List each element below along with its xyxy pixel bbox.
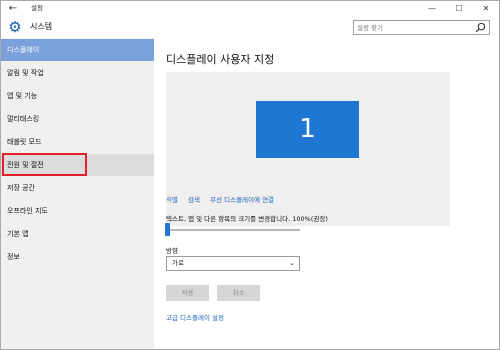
- highlight-annotation: [2, 153, 87, 176]
- main-content: 디스플레이 사용자 지정 1 식별 검색 무선 디스플레이에 연결 텍스트, 앱…: [154, 38, 499, 349]
- main-title: 디스플레이 사용자 지정: [166, 53, 275, 66]
- scale-slider-thumb[interactable]: [165, 223, 170, 236]
- sidebar-item-about[interactable]: 정보: [1, 246, 154, 268]
- monitor-tile[interactable]: 1: [256, 101, 359, 158]
- sidebar-item-offline-maps[interactable]: 오프라인 지도: [1, 200, 154, 222]
- sidebar-item-apps[interactable]: 앱 및 기능: [1, 85, 154, 107]
- close-button[interactable]: ✕: [475, 1, 497, 16]
- maximize-button[interactable]: ☐: [448, 1, 470, 16]
- title-bar: ← 설정 — ☐ ✕: [1, 1, 499, 16]
- search-input[interactable]: [357, 21, 467, 34]
- orientation-value: 가로: [172, 259, 184, 267]
- chevron-down-icon: ⌄: [289, 259, 295, 267]
- scale-label: 텍스트, 앱 및 다른 항목의 크기를 변경합니다. 100%(권장): [166, 215, 328, 223]
- apply-button[interactable]: 적용: [166, 285, 209, 301]
- orientation-label: 방향: [166, 247, 178, 255]
- display-links: 식별 검색 무선 디스플레이에 연결: [166, 194, 282, 204]
- sidebar: 디스플레이 알림 및 작업 앱 및 기능 멀티태스킹 태블릿 모드 전원 및 절…: [1, 38, 154, 349]
- sidebar-item-default-apps[interactable]: 기본 앱: [1, 223, 154, 245]
- app-title: 설정: [31, 4, 43, 12]
- settings-window: ← 설정 — ☐ ✕ ⚙ 시스템 디스플레이 알림 및 작업 앱 및 기능 멀티…: [0, 0, 500, 350]
- sidebar-item-multitasking[interactable]: 멀티태스킹: [1, 108, 154, 130]
- advanced-display-settings-link[interactable]: 고급 디스플레이 설정: [166, 312, 224, 322]
- search-icon[interactable]: [475, 22, 486, 33]
- page-title: 시스템: [30, 22, 53, 31]
- orientation-select[interactable]: 가로 ⌄: [166, 256, 300, 271]
- header: ⚙ 시스템: [1, 16, 499, 38]
- scale-slider-track[interactable]: [168, 229, 300, 231]
- cancel-button[interactable]: 취소: [217, 285, 260, 301]
- detect-link[interactable]: 검색: [188, 196, 200, 204]
- sidebar-item-notifications[interactable]: 알림 및 작업: [1, 62, 154, 84]
- minimize-button[interactable]: —: [421, 1, 443, 16]
- back-button[interactable]: ←: [5, 1, 21, 16]
- sidebar-item-display[interactable]: 디스플레이: [1, 39, 154, 61]
- wireless-display-link[interactable]: 무선 디스플레이에 연결: [210, 196, 274, 204]
- sidebar-item-storage[interactable]: 저장 공간: [1, 177, 154, 199]
- gear-icon: ⚙: [8, 18, 22, 36]
- search-box[interactable]: [353, 20, 490, 35]
- sidebar-item-tablet-mode[interactable]: 태블릿 모드: [1, 131, 154, 153]
- identify-link[interactable]: 식별: [166, 196, 178, 204]
